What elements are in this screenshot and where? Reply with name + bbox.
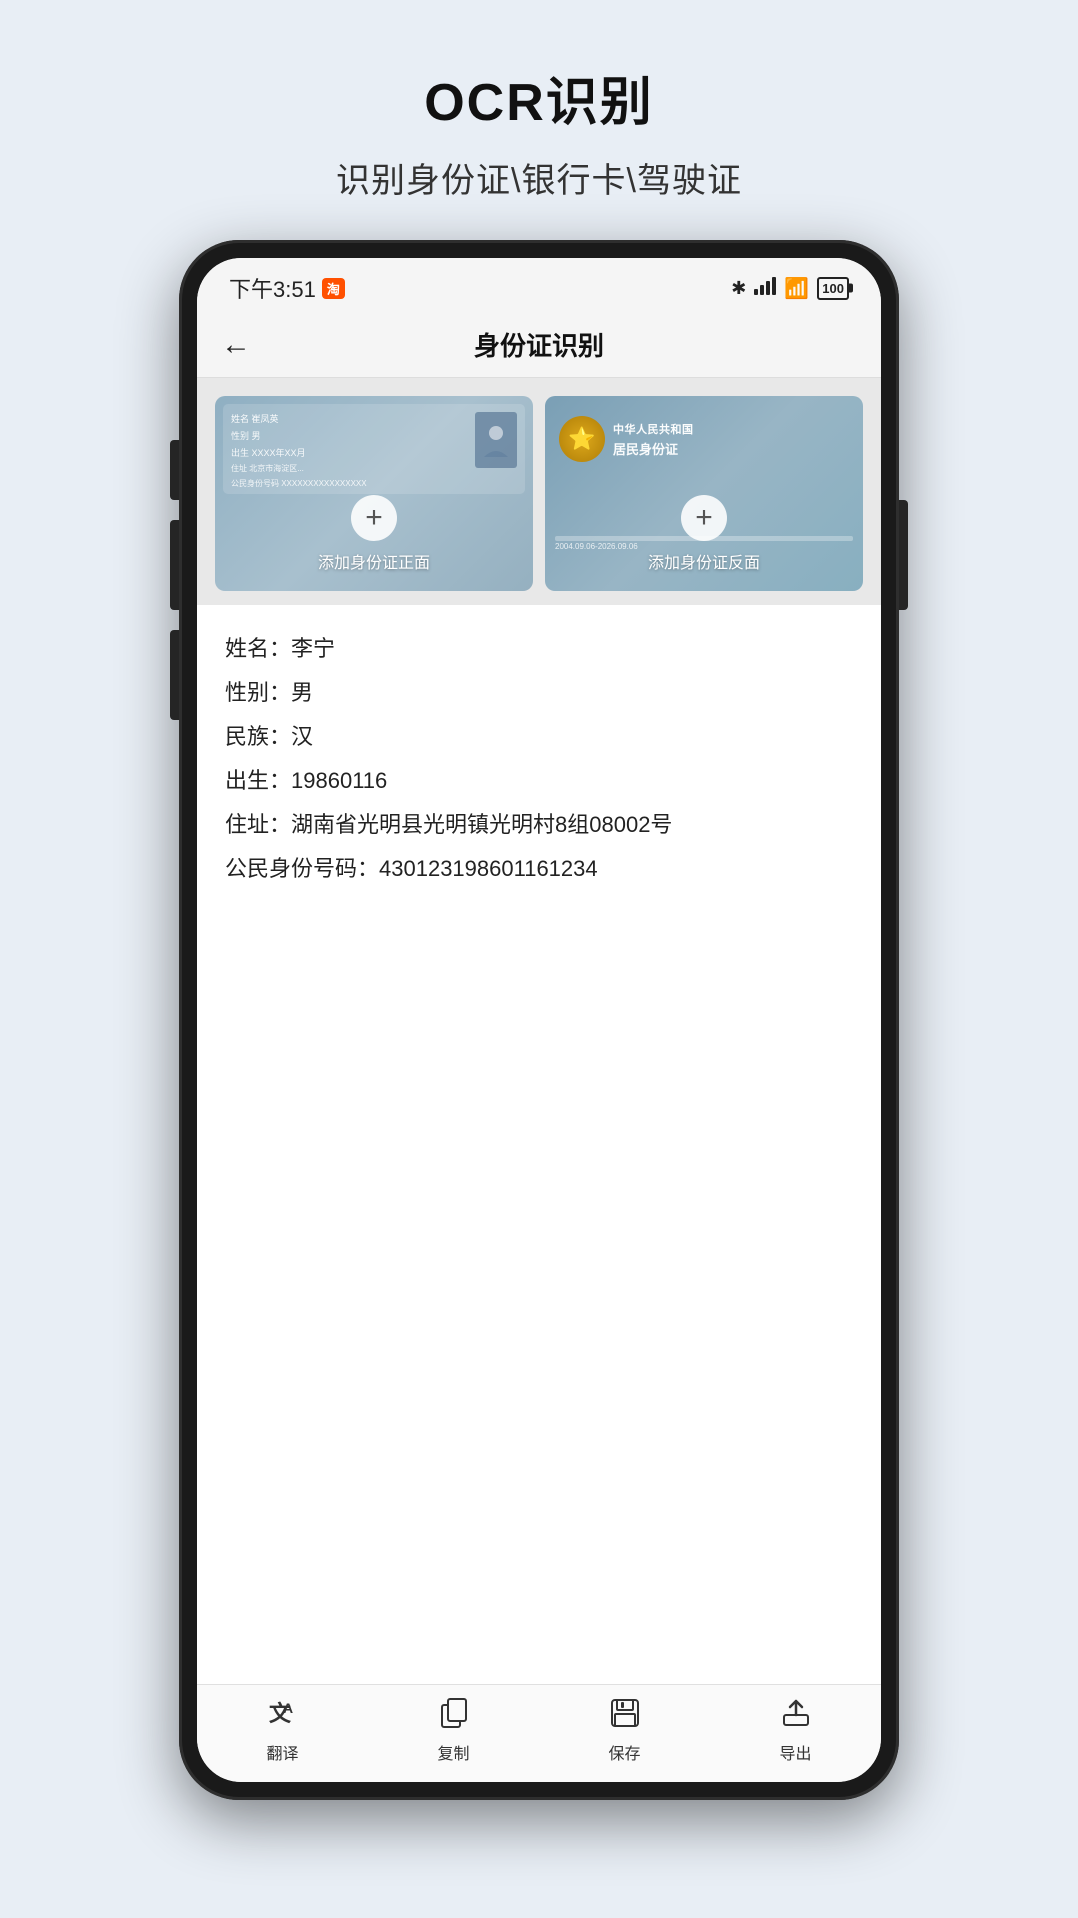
- content-area: 姓名 崔凤英 性别 男 出生 XXXX年XX月 住址 北京市海淀区... 公民身…: [197, 378, 881, 1684]
- card-back-slot[interactable]: ⭐ 中华人民共和国 居民身份证 2004.09.06-2026.09.06 + …: [545, 396, 863, 591]
- nav-title: 身份证识别: [251, 326, 827, 363]
- plus-circle-back[interactable]: +: [681, 495, 727, 541]
- export-label: 导出: [779, 1740, 811, 1764]
- ocr-gender-line: 性别：男: [225, 671, 853, 715]
- card-back-add-overlay[interactable]: + 添加身份证反面: [545, 396, 863, 591]
- card-upload-section: 姓名 崔凤英 性别 男 出生 XXXX年XX月 住址 北京市海淀区... 公民身…: [197, 378, 881, 605]
- nav-bar: ← 身份证识别: [197, 314, 881, 378]
- ocr-ethnicity-line: 民族：汉: [225, 715, 853, 759]
- page-subtitle: 识别身份证\银行卡\驾驶证: [336, 153, 742, 202]
- bottom-nav: 文 A 翻译 复制: [197, 1684, 881, 1782]
- save-icon: [609, 1697, 641, 1736]
- ocr-id-line: 公民身份号码：430123198601161234: [225, 847, 853, 891]
- card-back-label: 添加身份证反面: [648, 549, 760, 573]
- ocr-result-area: 姓名：李宁 性别：男 民族：汉 出生：19860116 住址：湖南省光明县光明镇…: [197, 605, 881, 1167]
- nav-item-export[interactable]: 导出: [710, 1697, 881, 1764]
- export-icon: [780, 1697, 812, 1736]
- nav-item-translate[interactable]: 文 A 翻译: [197, 1697, 368, 1764]
- status-time: 下午3:51: [229, 272, 316, 304]
- back-button[interactable]: ←: [221, 328, 251, 362]
- translate-label: 翻译: [266, 1740, 298, 1764]
- signal-icon: [754, 277, 776, 300]
- ocr-name-line: 姓名：李宁: [225, 627, 853, 671]
- save-label: 保存: [608, 1740, 640, 1764]
- status-icons: ✱ 📶 100: [731, 276, 849, 301]
- bluetooth-icon: ✱: [731, 278, 746, 299]
- copy-icon: [438, 1697, 470, 1736]
- phone-shell: 下午3:51 淘 ✱: [179, 240, 899, 1800]
- status-bar: 下午3:51 淘 ✱: [197, 258, 881, 314]
- copy-label: 复制: [437, 1740, 469, 1764]
- phone-wrapper: 下午3:51 淘 ✱: [179, 240, 899, 1800]
- svg-text:A: A: [283, 1700, 293, 1716]
- card-front-add-overlay[interactable]: + 添加身份证正面: [215, 396, 533, 591]
- nav-item-copy[interactable]: 复制: [368, 1697, 539, 1764]
- nav-item-save[interactable]: 保存: [539, 1697, 710, 1764]
- card-front-label: 添加身份证正面: [318, 549, 430, 573]
- battery-icon: 100: [817, 277, 849, 300]
- wifi-icon: 📶: [784, 276, 809, 301]
- translate-icon: 文 A: [267, 1697, 299, 1736]
- ocr-address-line: 住址：湖南省光明县光明镇光明村8组08002号: [225, 803, 853, 847]
- phone-screen: 下午3:51 淘 ✱: [197, 258, 881, 1782]
- card-front-slot[interactable]: 姓名 崔凤英 性别 男 出生 XXXX年XX月 住址 北京市海淀区... 公民身…: [215, 396, 533, 591]
- page-title: OCR识别: [424, 60, 654, 135]
- taobao-badge: 淘: [322, 278, 345, 299]
- plus-circle-front[interactable]: +: [351, 495, 397, 541]
- ocr-birth-line: 出生：19860116: [225, 759, 853, 803]
